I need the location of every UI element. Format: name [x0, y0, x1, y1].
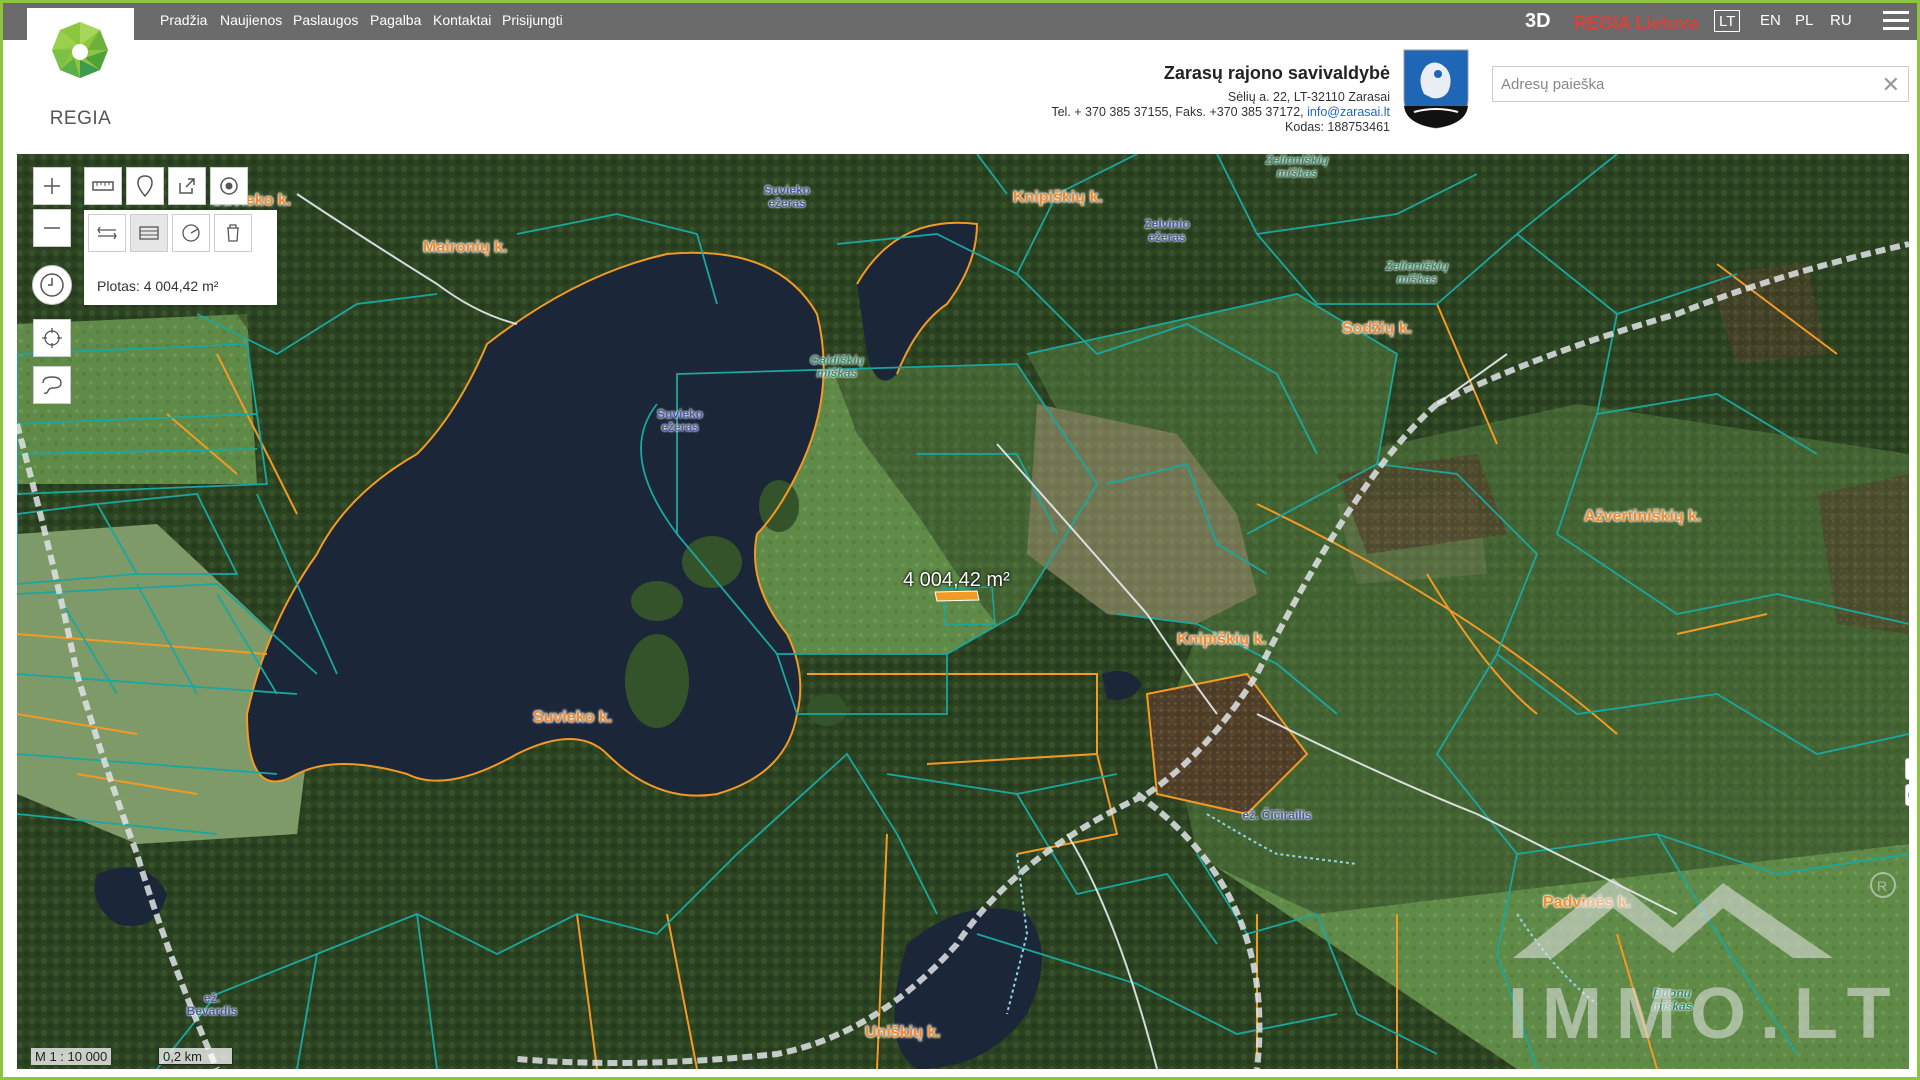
- label-village-suvieko-south: Suvieko k.: [533, 709, 613, 726]
- language-ru[interactable]: RU: [1826, 10, 1856, 32]
- nav-contacts[interactable]: Kontaktai: [433, 12, 491, 28]
- svg-text:R: R: [1877, 878, 1887, 894]
- area-result-text: Plotas: 4 004,42 m²: [97, 278, 219, 294]
- label-lake-cicirailis: ež. Čičirailis: [1242, 808, 1312, 822]
- municipality-address: Sėlių a. 22, LT-32110 Zarasai: [1227, 90, 1390, 104]
- label-lake-bevardis: ež. Bevardis: [186, 991, 238, 1018]
- scale-ratio: M 1 : 10 000: [31, 1048, 112, 1065]
- municipality-code: Kodas: 188753461: [1285, 120, 1390, 134]
- nav-home[interactable]: Pradžia: [160, 12, 207, 28]
- language-pl[interactable]: PL: [1791, 10, 1817, 32]
- scale-distance: 0,2 km: [158, 1048, 233, 1065]
- island-1: [625, 634, 689, 728]
- target-icon: [220, 177, 238, 195]
- label-forest-zelioniskiu-2: Zelioniškių miškas: [1385, 259, 1449, 286]
- share-icon: [179, 178, 195, 194]
- measure-radius-button[interactable]: [172, 214, 210, 252]
- history-button[interactable]: [32, 265, 72, 305]
- zoom-in-button[interactable]: [33, 167, 71, 205]
- measure-distance-button[interactable]: [88, 214, 126, 252]
- municipality-name: Zarasų rajono savivaldybė: [1163, 63, 1390, 83]
- logo-text: REGIA: [49, 108, 112, 129]
- plus-icon: [44, 178, 60, 194]
- lasso-icon: [42, 376, 62, 394]
- locate-button[interactable]: [210, 167, 248, 205]
- close-circle-icon: [1908, 761, 1909, 777]
- label-village-uniskiu: Uniškių k.: [865, 1024, 941, 1041]
- app-frame: Pradžia Naujienos Paslaugos Pagalba Kont…: [0, 0, 1920, 1080]
- radius-icon: [182, 224, 200, 242]
- label-village-azvertiniskiu: Ažvertiniškių k.: [1584, 508, 1702, 525]
- immo-watermark-logo: R IMMO.LT: [1508, 872, 1903, 1054]
- language-lt[interactable]: LT: [1714, 10, 1741, 32]
- regia-lietuva-link[interactable]: REGIA Lietuva: [1574, 13, 1698, 34]
- crosshair-icon: [42, 328, 62, 348]
- e-service-button[interactable]: e: [1905, 784, 1909, 806]
- label-lake-zelvinio: Zelvinio ežeras: [1144, 217, 1190, 244]
- top-navigation-bar: Pradžia Naujienos Paslaugos Pagalba Kont…: [3, 3, 1917, 40]
- address-search: ✕: [1492, 66, 1909, 102]
- draw-shape-button[interactable]: [33, 366, 71, 404]
- minus-icon: [44, 227, 60, 229]
- ruler-icon: [92, 181, 114, 191]
- map-pin-icon: [137, 175, 153, 197]
- address-search-input[interactable]: [1493, 67, 1863, 101]
- share-button[interactable]: [168, 167, 206, 205]
- measure-area-button[interactable]: [130, 214, 168, 252]
- measured-polygon: [934, 590, 980, 602]
- zoom-out-button[interactable]: [33, 209, 71, 247]
- watermark-text: IMMO.LT: [1508, 974, 1903, 1054]
- measured-area-label: 4 004,42 m²: [903, 569, 1010, 591]
- municipality-email-link[interactable]: info@zarasai.lt: [1307, 105, 1390, 119]
- distance-icon: [97, 226, 117, 240]
- trash-icon: [227, 224, 239, 242]
- area-icon: [139, 226, 159, 240]
- nav-news[interactable]: Naujienos: [220, 12, 282, 28]
- municipality-contacts: Tel. + 370 385 37155, Faks. +370 385 371…: [1051, 105, 1390, 119]
- island-3: [631, 581, 683, 621]
- nav-help[interactable]: Pagalba: [370, 12, 421, 28]
- measure-tool-button[interactable]: [84, 167, 122, 205]
- regia-logo[interactable]: REGIA: [27, 8, 134, 145]
- close-panel-button[interactable]: [1905, 758, 1909, 780]
- label-lake-suvieko: Suvieko ežeras: [656, 407, 704, 434]
- island-4: [807, 694, 847, 726]
- nav-services[interactable]: Paslaugos: [293, 12, 358, 28]
- label-forest-gaidiskiu: Gaidiškių miškas: [809, 353, 865, 380]
- clear-measure-button[interactable]: [214, 214, 252, 252]
- clear-search-icon[interactable]: ✕: [1882, 72, 1900, 98]
- language-en[interactable]: EN: [1756, 10, 1785, 32]
- coat-of-arms-icon: [1403, 49, 1469, 129]
- my-location-button[interactable]: [33, 319, 71, 357]
- label-village-knipiskiu-north: Knipiškių k.: [1013, 189, 1103, 206]
- label-lake-suvieko-north: Suvieko ežeras: [763, 183, 811, 210]
- label-village-knipiskiu-south: Knipiškių k.: [1177, 631, 1267, 648]
- measure-panel: Plotas: 4 004,42 m²: [84, 210, 277, 305]
- municipality-phone: Tel. + 370 385 37155, Faks. +370 385 371…: [1051, 105, 1308, 119]
- island-2: [682, 536, 742, 588]
- menu-icon[interactable]: [1883, 11, 1909, 33]
- regia-logo-icon: [52, 22, 108, 78]
- label-village-maironiu: Maironių k.: [423, 239, 508, 256]
- nav-login[interactable]: Prisijungti: [502, 12, 563, 28]
- e-icon: e: [1908, 791, 1909, 799]
- view-3d-button[interactable]: 3D: [1525, 10, 1551, 33]
- label-forest-zelioniskiu-1: Zelioniškių miškas: [1265, 154, 1329, 180]
- label-village-sodziu: Sodžių k.: [1342, 320, 1413, 337]
- clock-icon: [40, 273, 64, 297]
- marker-tool-button[interactable]: [126, 167, 164, 205]
